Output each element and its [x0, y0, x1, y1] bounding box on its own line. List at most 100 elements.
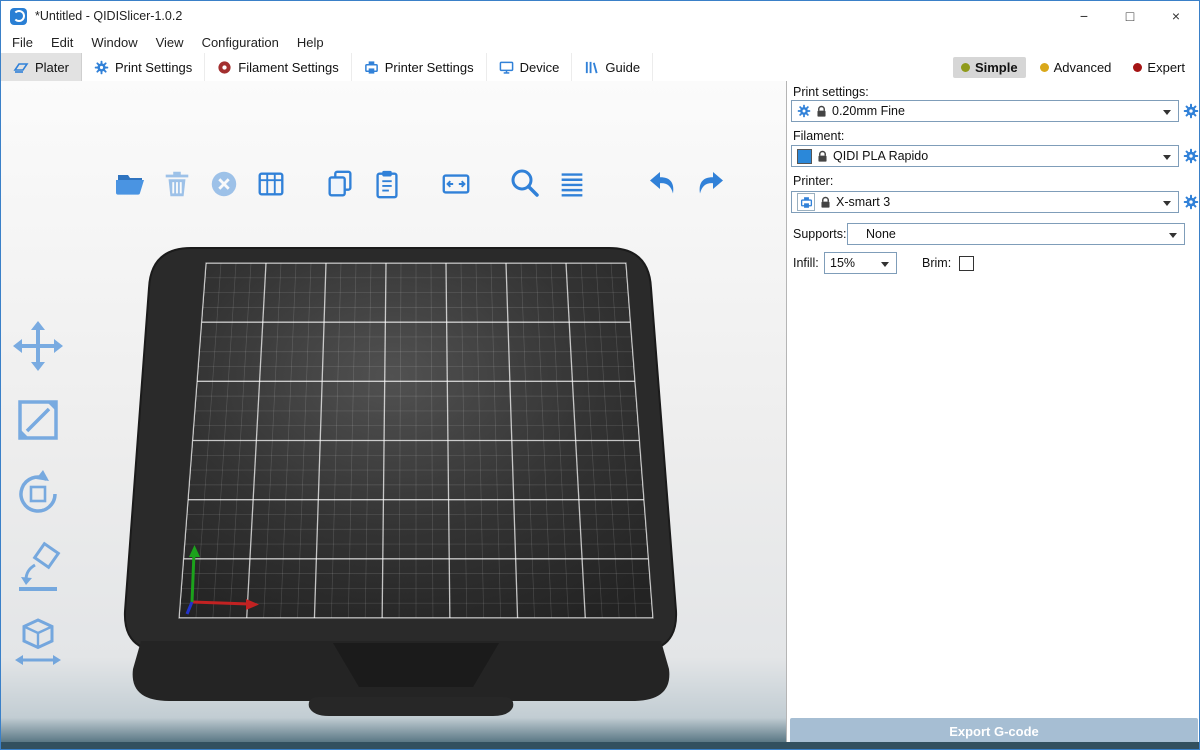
app-logo-icon — [10, 8, 27, 25]
brim-checkbox[interactable] — [959, 256, 974, 271]
tab-plater[interactable]: Plater — [1, 53, 82, 81]
tab-guide[interactable]: Guide — [572, 53, 653, 81]
mode-advanced[interactable]: Advanced — [1032, 57, 1120, 78]
place-on-face-icon — [11, 541, 65, 595]
lock-icon — [816, 105, 827, 118]
window-title: *Untitled - QIDISlicer-1.0.2 — [35, 9, 182, 23]
brim-label: Brim: — [922, 256, 951, 270]
edit-filament-button[interactable] — [1182, 147, 1200, 165]
mode-label: Advanced — [1054, 60, 1112, 75]
mode-label: Expert — [1147, 60, 1185, 75]
guide-books-icon — [584, 60, 599, 75]
chevron-down-icon — [1163, 201, 1171, 206]
arrange-button[interactable] — [254, 167, 288, 201]
chevron-down-icon — [1169, 233, 1177, 238]
open-project-button[interactable] — [113, 167, 147, 201]
bottom-edge-strip — [1, 742, 1199, 749]
tab-filament-settings[interactable]: Filament Settings — [205, 53, 351, 81]
delete-button[interactable] — [160, 167, 194, 201]
menu-item-view[interactable]: View — [147, 35, 193, 50]
tab-label: Guide — [605, 60, 640, 75]
undo-icon — [646, 167, 680, 201]
scale-icon — [11, 393, 65, 447]
infill-combo[interactable]: 15% — [824, 252, 897, 274]
menubar: File Edit Window View Configuration Help — [1, 31, 1199, 53]
print-settings-label: Print settings: — [793, 85, 869, 99]
simple-mode-dot-icon — [961, 63, 970, 72]
rotate-tool-button[interactable] — [9, 465, 67, 523]
delete-all-button[interactable] — [207, 167, 241, 201]
maximize-button[interactable]: □ — [1107, 1, 1153, 31]
menu-item-help[interactable]: Help — [288, 35, 333, 50]
redo-button[interactable] — [693, 167, 727, 201]
paste-button[interactable] — [370, 167, 404, 201]
paste-icon — [371, 168, 403, 200]
arrange-icon — [255, 168, 287, 200]
print-settings-value: 0.20mm Fine — [832, 104, 905, 118]
infill-label: Infill: — [793, 256, 819, 270]
mode-switcher: Simple Advanced Expert — [953, 53, 1193, 81]
undo-button[interactable] — [646, 167, 680, 201]
tab-device[interactable]: Device — [487, 53, 573, 81]
tab-label: Device — [520, 60, 560, 75]
3d-viewport[interactable] — [1, 81, 786, 750]
top-toolbar — [113, 167, 727, 201]
menu-item-window[interactable]: Window — [82, 35, 146, 50]
tab-print-settings[interactable]: Print Settings — [82, 53, 205, 81]
filament-spool-icon — [217, 60, 232, 75]
printer-label: Printer: — [793, 174, 833, 188]
mode-simple[interactable]: Simple — [953, 57, 1026, 78]
infill-value: 15% — [830, 256, 855, 270]
tab-label: Filament Settings — [238, 60, 338, 75]
filament-combo[interactable]: QIDI PLA Rapido — [791, 145, 1179, 167]
place-on-face-tool-button[interactable] — [9, 539, 67, 597]
gear-icon — [1183, 103, 1199, 119]
tab-printer-settings[interactable]: Printer Settings — [352, 53, 487, 81]
menu-item-edit[interactable]: Edit — [42, 35, 82, 50]
gear-icon — [1183, 194, 1199, 210]
minimize-button[interactable]: − — [1061, 1, 1107, 31]
lock-icon — [817, 150, 828, 163]
split-icon — [440, 168, 472, 200]
plater-icon — [13, 59, 29, 75]
gear-icon — [797, 104, 811, 118]
tab-label: Print Settings — [115, 60, 192, 75]
variable-layer-height-button[interactable] — [555, 167, 589, 201]
edit-printer-button[interactable] — [1182, 193, 1200, 211]
printer-value: X-smart 3 — [836, 195, 890, 209]
copy-icon — [324, 168, 356, 200]
bed-handle — [309, 697, 514, 716]
export-gcode-button[interactable]: Export G-code — [790, 718, 1198, 745]
measure-tool-button[interactable] — [9, 613, 67, 671]
rotate-icon — [11, 467, 65, 521]
advanced-mode-dot-icon — [1040, 63, 1049, 72]
supports-label: Supports: — [793, 227, 847, 241]
filament-value: QIDI PLA Rapido — [833, 149, 928, 163]
scale-tool-button[interactable] — [9, 391, 67, 449]
measure-icon — [11, 615, 65, 669]
search-icon — [508, 166, 542, 202]
close-button[interactable]: × — [1153, 1, 1199, 31]
chevron-down-icon — [1163, 110, 1171, 115]
move-tool-button[interactable] — [9, 317, 67, 375]
tab-label: Printer Settings — [385, 60, 474, 75]
printer-icon — [800, 196, 813, 209]
menu-item-file[interactable]: File — [3, 35, 42, 50]
app-window: *Untitled - QIDISlicer-1.0.2 − □ × File … — [0, 0, 1200, 750]
print-settings-combo[interactable]: 0.20mm Fine — [791, 100, 1179, 122]
tabbar: Plater Print Settings Filament Settings … — [1, 53, 1199, 82]
edit-print-settings-button[interactable] — [1182, 102, 1200, 120]
mode-expert[interactable]: Expert — [1125, 57, 1193, 78]
bed-handle-recess — [333, 643, 499, 687]
move-icon — [11, 319, 65, 373]
mode-label: Simple — [975, 60, 1018, 75]
variable-layer-height-icon — [556, 168, 588, 200]
split-button[interactable] — [439, 167, 473, 201]
chevron-down-icon — [1163, 155, 1171, 160]
supports-value: None — [866, 227, 896, 241]
menu-item-configuration[interactable]: Configuration — [193, 35, 288, 50]
supports-combo[interactable]: None — [847, 223, 1185, 245]
printer-combo[interactable]: X-smart 3 — [791, 191, 1179, 213]
search-button[interactable] — [508, 167, 542, 201]
copy-button[interactable] — [323, 167, 357, 201]
